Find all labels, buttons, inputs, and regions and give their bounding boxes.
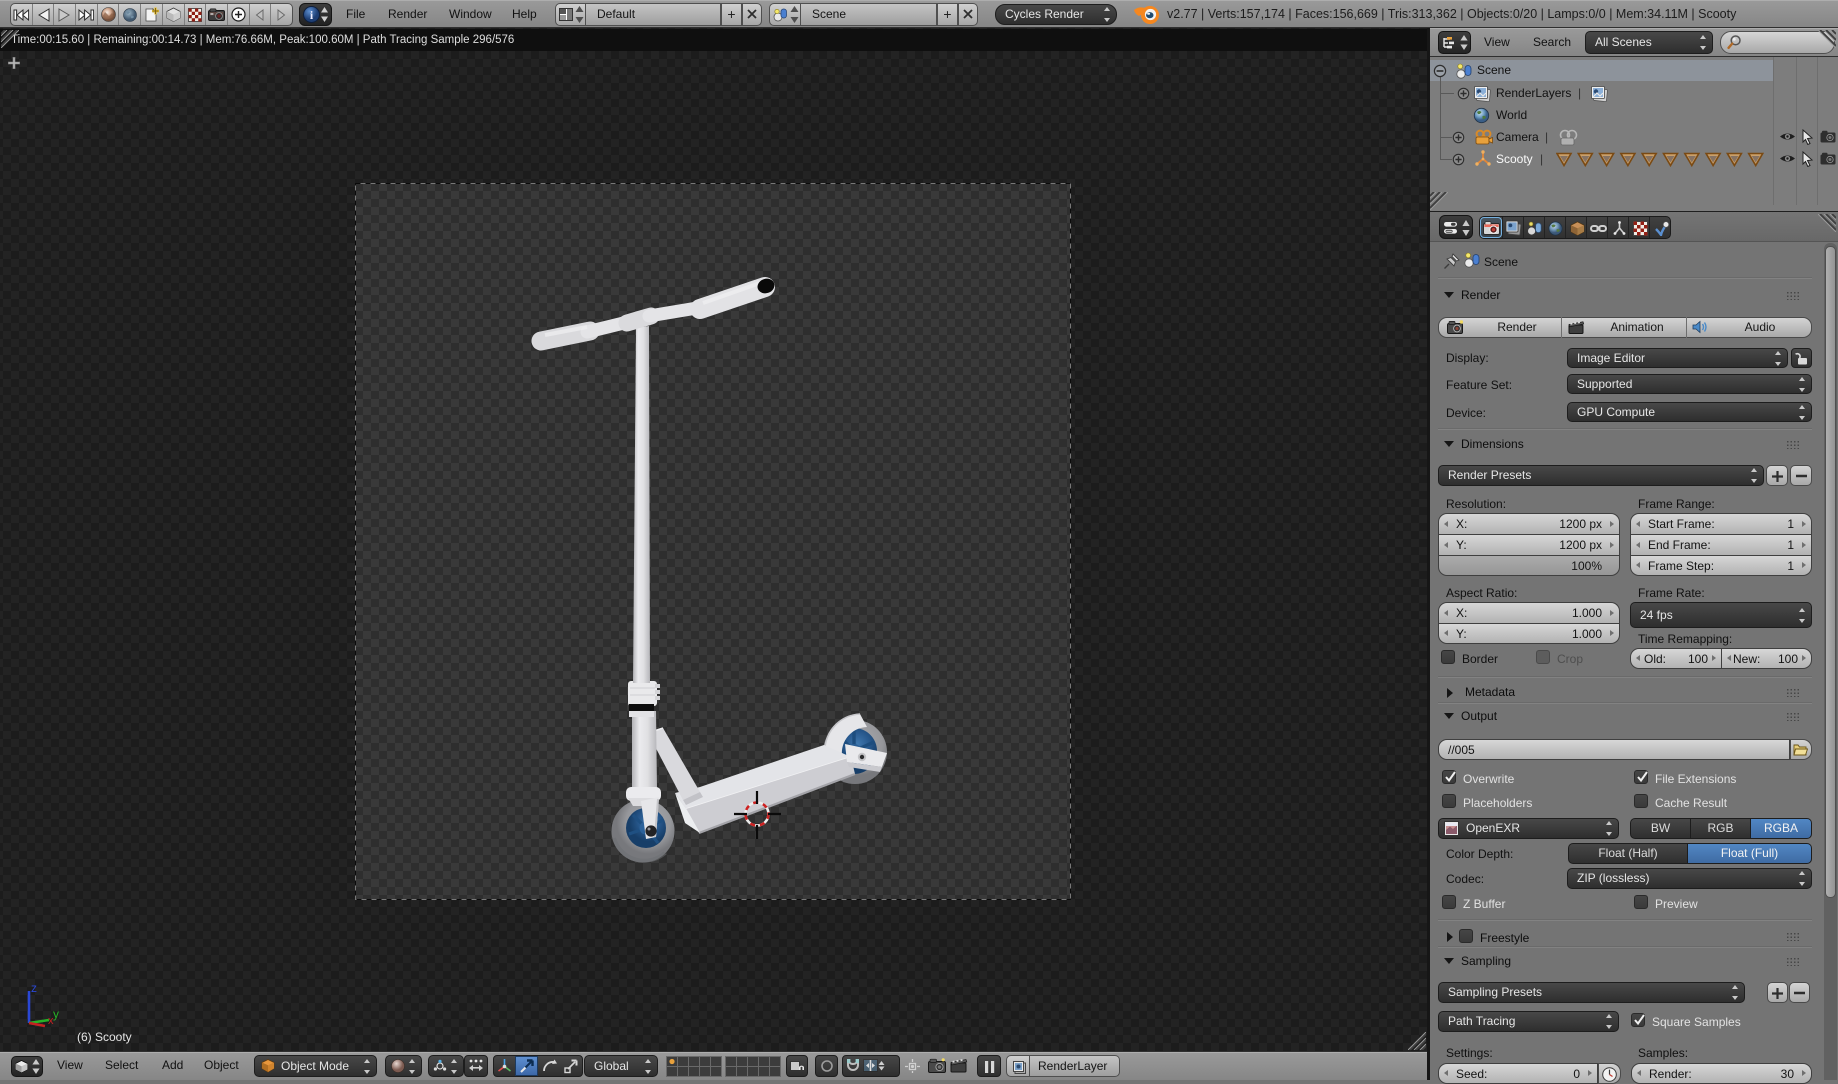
svg-text:y: y — [53, 1007, 59, 1021]
svg-text:z: z — [31, 982, 37, 995]
svg-text:x: x — [48, 1015, 54, 1027]
